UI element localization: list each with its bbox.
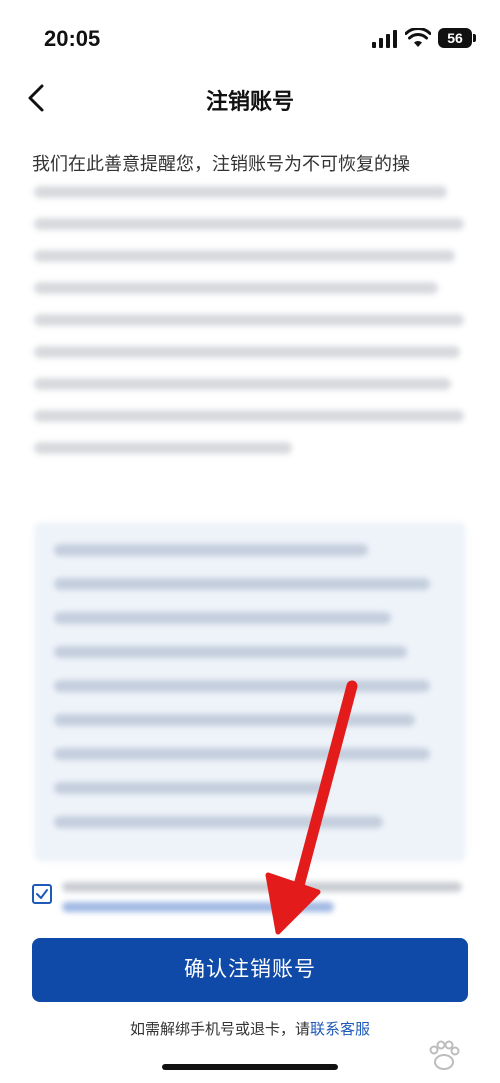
page-title: 注销账号 — [205, 90, 294, 115]
signal-icon — [372, 30, 397, 48]
wifi-icon — [405, 28, 431, 47]
intro-text: 我们在此善意提醒您，注销账号为不可恢复的操 — [32, 154, 410, 175]
footer-prefix: 如需解绑手机号或退卡，请 — [129, 1020, 310, 1038]
blurred-agreement-text — [62, 882, 462, 922]
chevron-left-icon[interactable] — [24, 80, 50, 116]
blurred-notice-box — [34, 522, 466, 862]
home-indicator — [162, 1064, 338, 1070]
contact-service-link[interactable]: 联系客服 — [310, 1020, 370, 1038]
agreement-row — [30, 880, 470, 920]
status-bar: 20:05 56 — [0, 0, 500, 70]
agreement-checkbox[interactable] — [32, 884, 52, 904]
nav-bar: 注销账号 — [0, 70, 500, 126]
status-time: 20:05 — [44, 26, 101, 51]
blurred-terms-paragraph — [34, 186, 464, 474]
confirm-cancel-account-button[interactable]: 确认注销账号 — [32, 938, 468, 1002]
checkmark-icon — [36, 889, 48, 899]
paw-watermark-icon — [429, 1040, 460, 1070]
battery-icon: 56 — [438, 28, 476, 48]
